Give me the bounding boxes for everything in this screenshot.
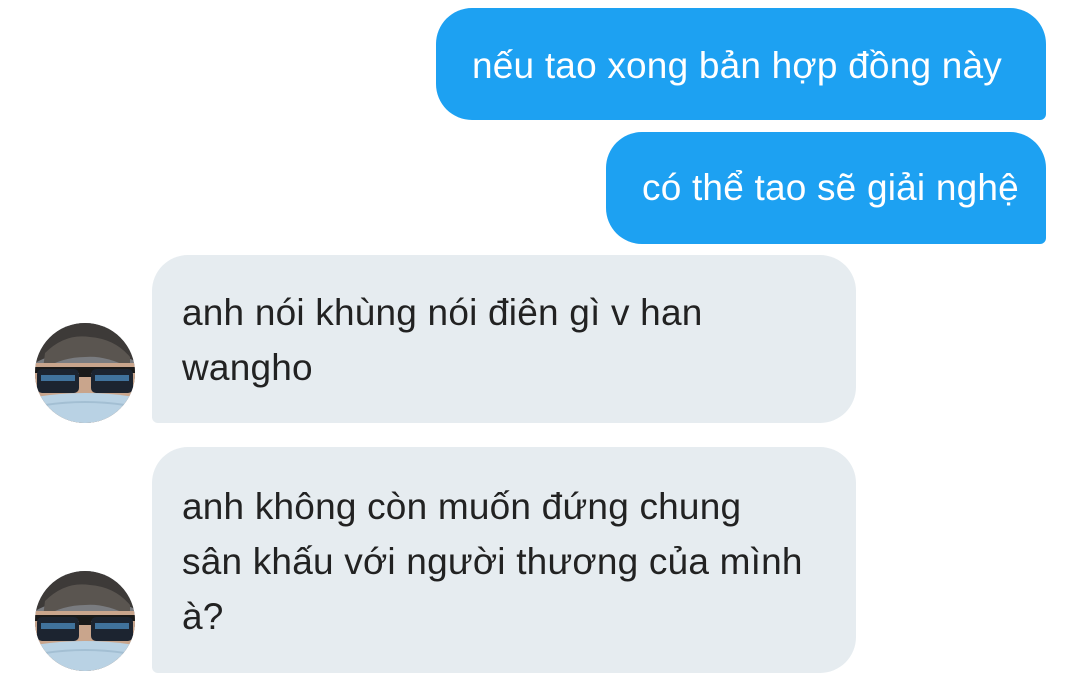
- message-text: nếu tao xong bản hợp đồng này: [472, 45, 1002, 86]
- outgoing-message-bubble[interactable]: nếu tao xong bản hợp đồng này: [436, 8, 1046, 120]
- sender-avatar[interactable]: [35, 323, 135, 423]
- sender-avatar[interactable]: [35, 571, 135, 671]
- message-text-line: sân khấu với người thương của mình: [182, 541, 803, 582]
- outgoing-message-bubble[interactable]: có thể tao sẽ giải nghệ: [606, 132, 1046, 244]
- avatar-photo-icon: [35, 323, 135, 423]
- incoming-message-bubble[interactable]: anh không còn muốn đứng chung sân khấu v…: [152, 447, 856, 673]
- message-text-line: à?: [182, 596, 224, 637]
- incoming-message-bubble[interactable]: anh nói khùng nói điên gì v han wangho: [152, 255, 856, 423]
- message-text: có thể tao sẽ giải nghệ: [642, 167, 1019, 208]
- message-text-line: anh nói khùng nói điên gì v han: [182, 292, 703, 333]
- conversation-thread: nếu tao xong bản hợp đồng này có thể tao…: [0, 0, 1080, 690]
- avatar-photo-icon: [35, 571, 135, 671]
- message-text-line: wangho: [182, 347, 313, 388]
- message-text-line: anh không còn muốn đứng chung: [182, 486, 742, 527]
